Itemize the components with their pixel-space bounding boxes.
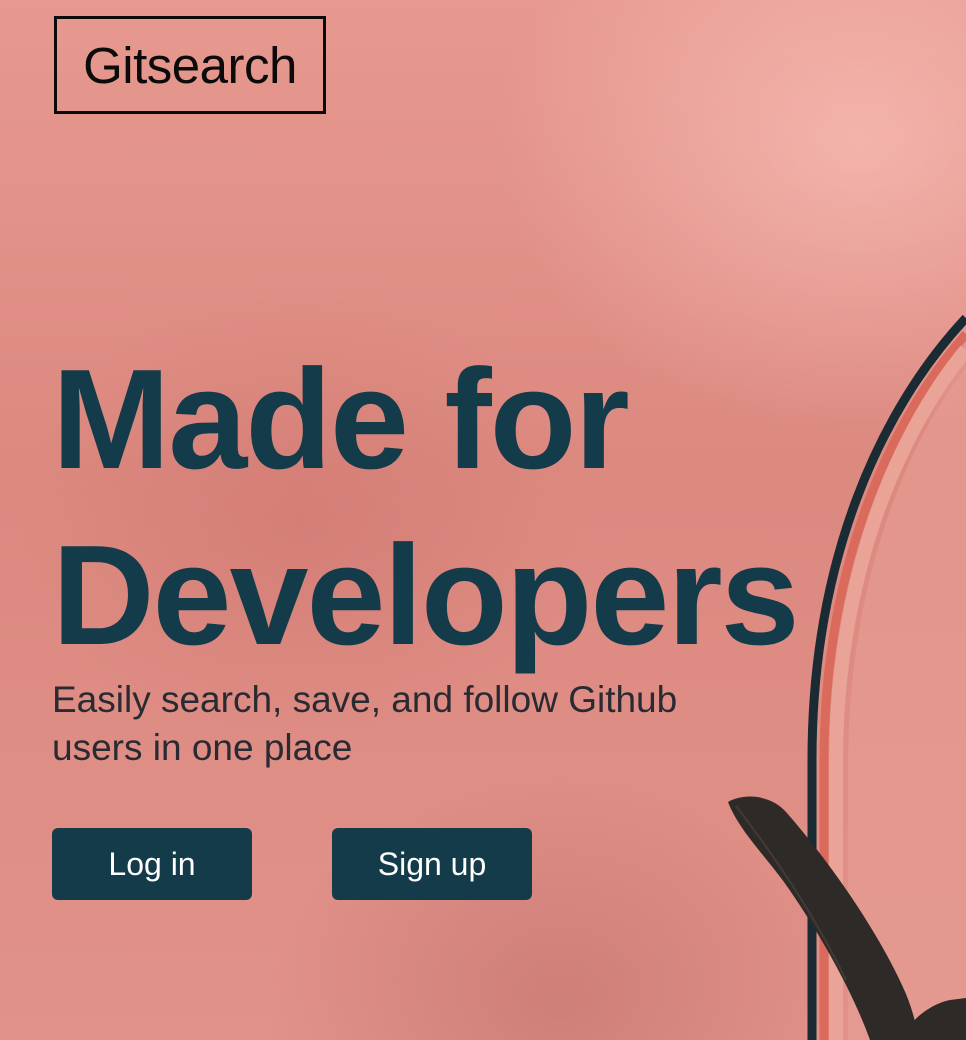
headline-line-1: Made for bbox=[52, 340, 630, 499]
logo-text: Gitsearch bbox=[83, 36, 297, 94]
hero-subtitle: Easily search, save, and follow Github u… bbox=[52, 679, 678, 768]
logo[interactable]: Gitsearch bbox=[54, 16, 326, 114]
signup-button[interactable]: Sign up bbox=[332, 828, 532, 900]
hero-section: Made for Developers bbox=[52, 332, 800, 684]
headline-line-2: Developers bbox=[52, 516, 800, 675]
hero-headline: Made for Developers bbox=[52, 332, 800, 684]
login-button[interactable]: Log in bbox=[52, 828, 252, 900]
